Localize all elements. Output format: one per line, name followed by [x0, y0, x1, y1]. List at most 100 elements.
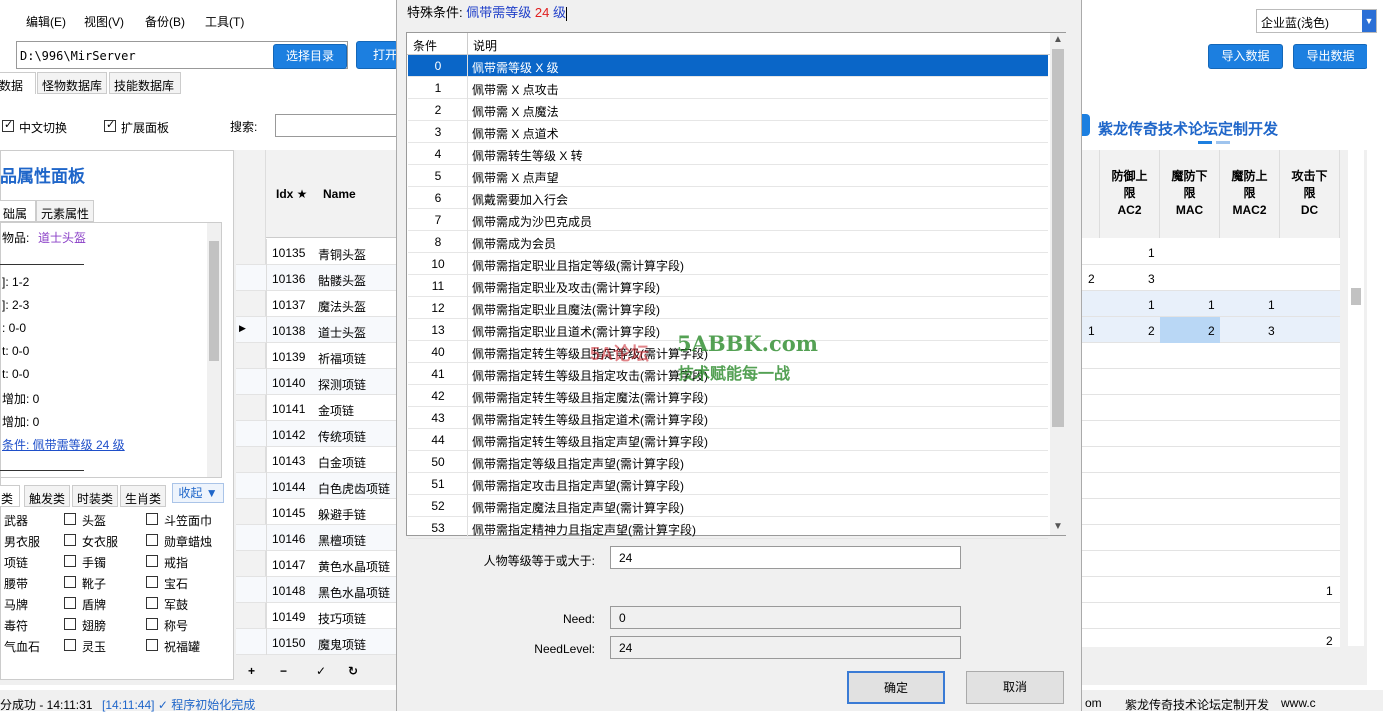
table-row[interactable]: 10142 传统项链 [236, 421, 401, 447]
cn-switch-checkbox[interactable]: ✓ [2, 119, 14, 132]
col-name[interactable]: Name [323, 187, 356, 201]
level-input[interactable]: 24 [610, 546, 961, 569]
category-checkbox[interactable] [64, 534, 76, 546]
tab-type[interactable]: 类 [0, 485, 20, 507]
list-item[interactable]: 3 佩带需 X 点道术 [408, 121, 1048, 143]
table-row[interactable] [1040, 291, 1340, 317]
list-item[interactable]: 8 佩带需成为会员 [408, 231, 1048, 253]
table-row[interactable] [1040, 499, 1340, 525]
list-scroll-thumb[interactable] [1052, 49, 1064, 427]
list-item[interactable]: 51 佩带需指定攻击且指定声望(需计算字段) [408, 473, 1048, 495]
tab-skill-db[interactable]: 技能数据库 [109, 72, 181, 94]
category-checkbox[interactable] [64, 639, 76, 651]
h-scrollbar[interactable] [1040, 647, 1340, 659]
col-idx[interactable]: Idx ★ [276, 187, 307, 201]
category-checkbox[interactable] [146, 576, 158, 588]
need-input[interactable]: 0 [610, 606, 961, 629]
export-button[interactable]: 导出数据 [1293, 44, 1368, 69]
list-item[interactable]: 12 佩带需指定职业且魔法(需计算字段) [408, 297, 1048, 319]
category-checkbox[interactable] [146, 534, 158, 546]
list-item[interactable]: 42 佩带需指定转生等级且指定魔法(需计算字段) [408, 385, 1048, 407]
tab-element-attr[interactable]: 元素属性 [36, 200, 94, 222]
list-item[interactable]: 43 佩带需指定转生等级且指定道术(需计算字段) [408, 407, 1048, 429]
table-row[interactable]: 10140 探测项链 [236, 369, 401, 395]
chevron-up-icon[interactable]: ▲ [1053, 34, 1063, 45]
condition-link[interactable]: 条件: 佩带需等级 24 级 [2, 436, 125, 453]
table-row[interactable]: 10141 金项链 [236, 395, 401, 421]
table-row[interactable]: 10145 躲避手链 [236, 499, 401, 525]
category-checkbox[interactable] [146, 513, 158, 525]
table-row[interactable] [1040, 473, 1340, 499]
category-checkbox[interactable] [146, 618, 158, 630]
menu-view[interactable]: 视图(V) [84, 13, 124, 30]
list-item[interactable]: 7 佩带需成为沙巴克成员 [408, 209, 1048, 231]
col-header[interactable]: 魔防上 限 MAC2 [1220, 150, 1280, 238]
col-header[interactable]: 防御上 限 AC2 [1100, 150, 1160, 238]
table-row[interactable]: 10147 黄色水晶项链 [236, 551, 401, 577]
theme-select[interactable]: 企业蓝(浅色) ▼ [1256, 9, 1377, 33]
table-row[interactable] [1040, 395, 1340, 421]
list-item[interactable]: 11 佩带需指定职业及攻击(需计算字段) [408, 275, 1048, 297]
search-input[interactable] [275, 114, 400, 137]
table-row[interactable]: 10135 青铜头盔 [236, 239, 401, 265]
table-row[interactable] [1040, 551, 1340, 577]
grid-v-scrollbar[interactable] [1348, 150, 1364, 646]
table-row[interactable]: 10148 黑色水晶项链 [236, 577, 401, 603]
table-row[interactable]: 10139 祈福项链 [236, 343, 401, 369]
table-row[interactable] [1040, 343, 1340, 369]
list-scrollbar[interactable]: ▲ ▼ [1050, 33, 1066, 535]
tab-zodiac[interactable]: 生肖类 [120, 485, 166, 507]
list-item[interactable]: 44 佩带需指定转生等级且指定声望(需计算字段) [408, 429, 1048, 451]
list-item[interactable]: 53 佩带需指定精神力且指定声望(需计算字段) [408, 517, 1048, 539]
table-row[interactable] [1040, 265, 1340, 291]
tab-fashion[interactable]: 时装类 [72, 485, 118, 507]
menu-tools[interactable]: 工具(T) [205, 13, 244, 30]
list-item[interactable]: 52 佩带需指定魔法且指定声望(需计算字段) [408, 495, 1048, 517]
list-col-cond[interactable]: 条件 [413, 37, 437, 54]
list-item[interactable]: 0 佩带需等级 X 级 [408, 55, 1048, 77]
refresh-icon[interactable]: ↻ [348, 664, 358, 678]
collapse-button[interactable]: 收起 ▼ [172, 483, 224, 503]
cancel-button[interactable]: 取消 [966, 671, 1064, 704]
menu-backup[interactable]: 备份(B) [145, 13, 185, 30]
tab-base-attr[interactable]: 础属性 [0, 200, 36, 238]
needlevel-input[interactable]: 24 [610, 636, 961, 659]
category-checkbox[interactable] [64, 597, 76, 609]
table-row[interactable] [1040, 239, 1340, 265]
tab-trigger[interactable]: 触发类 [24, 485, 70, 507]
extend-panel-checkbox[interactable]: ✓ [104, 119, 116, 132]
chevron-down-icon[interactable]: ▼ [1053, 521, 1063, 532]
import-button[interactable]: 导入数据 [1208, 44, 1283, 69]
category-checkbox[interactable] [146, 639, 158, 651]
list-item[interactable]: 2 佩带需 X 点魔法 [408, 99, 1048, 121]
list-item[interactable]: 10 佩带需指定职业且指定等级(需计算字段) [408, 253, 1048, 275]
table-row[interactable] [1040, 603, 1340, 629]
table-row[interactable] [1040, 369, 1340, 395]
tab-monster-db[interactable]: 怪物数据库 [37, 72, 107, 94]
open-button[interactable]: 打开 [356, 41, 398, 69]
remove-icon[interactable]: − [280, 664, 287, 678]
table-row[interactable] [1040, 447, 1340, 473]
add-icon[interactable]: + [248, 664, 255, 678]
list-item[interactable]: 50 佩带需指定等级且指定声望(需计算字段) [408, 451, 1048, 473]
list-item[interactable]: 6 佩戴需要加入行会 [408, 187, 1048, 209]
table-row[interactable]: 10136 骷髅头盔 [236, 265, 401, 291]
menu-edit[interactable]: 编辑(E) [26, 13, 66, 30]
ok-button[interactable]: 确定 [847, 671, 945, 704]
check-icon[interactable]: ✓ [316, 664, 326, 678]
category-checkbox[interactable] [146, 555, 158, 567]
category-checkbox[interactable] [64, 618, 76, 630]
table-row[interactable]: 10143 白金项链 [236, 447, 401, 473]
attr-scrollbar[interactable] [207, 223, 221, 477]
table-row[interactable] [1040, 577, 1340, 603]
table-row[interactable]: 10144 白色虎齿项链 [236, 473, 401, 499]
category-checkbox[interactable] [146, 597, 158, 609]
col-header[interactable]: 魔防下 限 MAC [1160, 150, 1220, 238]
list-col-desc[interactable]: 说明 [473, 37, 497, 54]
table-row[interactable] [1040, 525, 1340, 551]
category-checkbox[interactable] [64, 555, 76, 567]
table-row[interactable] [1040, 421, 1340, 447]
condition-list[interactable]: 条件 说明 0 佩带需等级 X 级 1 佩带需 X 点攻击 2 佩带需 X 点魔法 3 佩带需… [406, 32, 1066, 539]
col-header[interactable]: 攻击下 限 DC [1280, 150, 1340, 238]
list-item[interactable]: 5 佩带需 X 点声望 [408, 165, 1048, 187]
